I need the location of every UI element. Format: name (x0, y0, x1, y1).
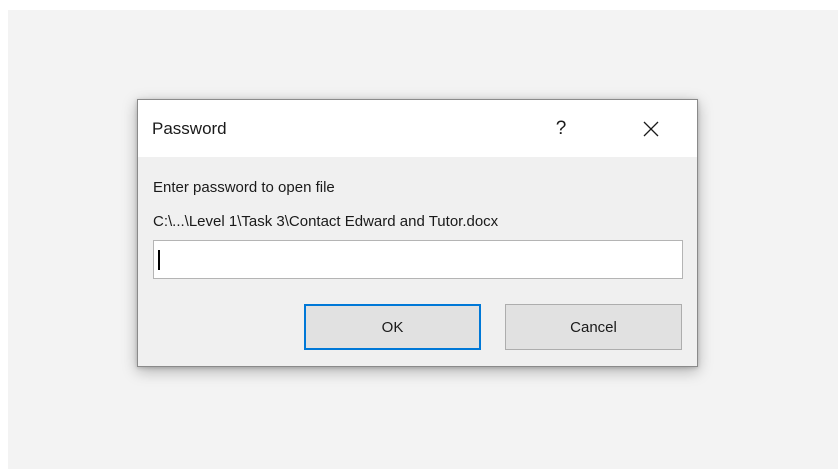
text-caret (158, 250, 160, 270)
dialog-titlebar: Password ? (138, 100, 697, 157)
file-path: C:\...\Level 1\Task 3\Contact Edward and… (153, 213, 499, 230)
cancel-button-label: Cancel (570, 318, 617, 336)
ok-button-label: OK (381, 318, 404, 336)
password-field[interactable] (153, 240, 683, 279)
question-mark-icon: ? (555, 118, 567, 139)
close-button[interactable] (628, 110, 674, 148)
dialog-title: Password (152, 119, 227, 138)
help-button[interactable]: ? (538, 110, 584, 148)
ok-button[interactable]: OK (304, 304, 481, 350)
close-icon (643, 121, 659, 137)
cancel-button[interactable]: Cancel (505, 304, 682, 350)
password-prompt: Enter password to open file (153, 179, 335, 196)
password-dialog: Password ? Enter password to open file C… (137, 99, 698, 367)
